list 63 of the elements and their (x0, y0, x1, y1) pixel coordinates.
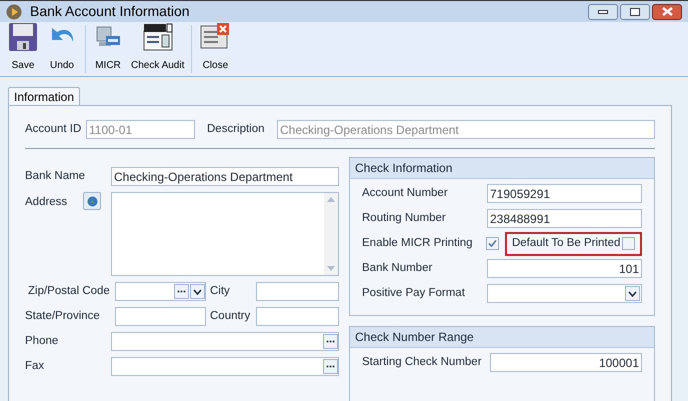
maximize-icon (630, 8, 640, 16)
minimize-button[interactable] (588, 4, 618, 20)
checkbox[interactable] (486, 237, 499, 250)
fax-field[interactable] (111, 357, 339, 376)
ellipsis-button[interactable] (323, 359, 338, 374)
maximize-button[interactable] (620, 4, 650, 20)
routing-number-field[interactable]: 238488991 (487, 209, 642, 228)
field-label: Account ID (25, 122, 82, 137)
group-title: Check Information (350, 158, 654, 179)
bank-number-field[interactable]: 101 (487, 259, 642, 278)
chevron-down-icon (193, 288, 202, 294)
zip-code-field[interactable] (115, 282, 206, 301)
ellipsis-button[interactable] (323, 334, 338, 349)
toolbar-button[interactable]: Undo (42, 22, 82, 73)
field-label: Starting Check Number (362, 354, 483, 370)
globe-button[interactable] (83, 192, 101, 210)
field-label: Account Number (362, 186, 449, 201)
toolbar-button[interactable]: Close (195, 22, 236, 73)
field-label: Phone (25, 334, 60, 349)
ellipsis-icon (326, 340, 335, 343)
field-label: State/Province (25, 308, 101, 324)
field-label: Default To Be Printed (512, 236, 620, 251)
chevron-down-icon (628, 290, 637, 296)
scrollbar[interactable] (324, 193, 338, 275)
toolbar-button[interactable]: Save (4, 22, 42, 73)
group-title: Check Number Range (350, 327, 654, 348)
toolbar-button[interactable]: MICR (89, 22, 127, 73)
field-label: Bank Number (362, 260, 434, 276)
scroll-down-icon (327, 266, 335, 271)
field-label: Country (210, 308, 252, 324)
window-title: Bank Account Information (30, 2, 190, 21)
field-label: Description (207, 122, 266, 137)
field-label: Positive Pay Format (362, 286, 466, 301)
field-label: Address (25, 195, 68, 210)
close-icon (662, 7, 672, 16)
field-label: City (210, 284, 231, 299)
field-label: Fax (25, 358, 46, 374)
toolbar-button[interactable]: Check Audit (127, 22, 188, 73)
ellipsis-button[interactable] (174, 284, 189, 299)
dropdown-button[interactable] (625, 286, 640, 301)
checkbox[interactable] (622, 237, 635, 250)
field-label: Zip/Postal Code (27, 284, 111, 299)
ellipsis-icon (177, 290, 186, 293)
tab[interactable]: Information (8, 87, 80, 105)
field-label: Routing Number (362, 210, 447, 226)
account-number-field[interactable]: 719059291 (487, 184, 642, 203)
app-logo-icon (6, 4, 22, 20)
close-button[interactable] (652, 4, 682, 20)
scroll-up-icon (327, 197, 335, 202)
starting-check-number-field[interactable]: 100001 (490, 353, 642, 372)
bank-name-field[interactable]: Checking-Operations Department (111, 167, 339, 186)
city-field[interactable] (256, 282, 339, 301)
check-mark-icon (488, 239, 497, 248)
dropdown-button[interactable] (190, 284, 205, 299)
country-field[interactable] (256, 307, 339, 326)
phone-field[interactable] (111, 332, 339, 351)
state-field[interactable] (115, 307, 206, 326)
field-label: Enable MICR Printing (362, 236, 474, 251)
minimize-icon (598, 10, 608, 14)
address-field[interactable] (111, 192, 339, 276)
globe-icon (86, 196, 98, 206)
ellipsis-icon (326, 365, 335, 368)
field-label: Bank Name (25, 168, 86, 184)
